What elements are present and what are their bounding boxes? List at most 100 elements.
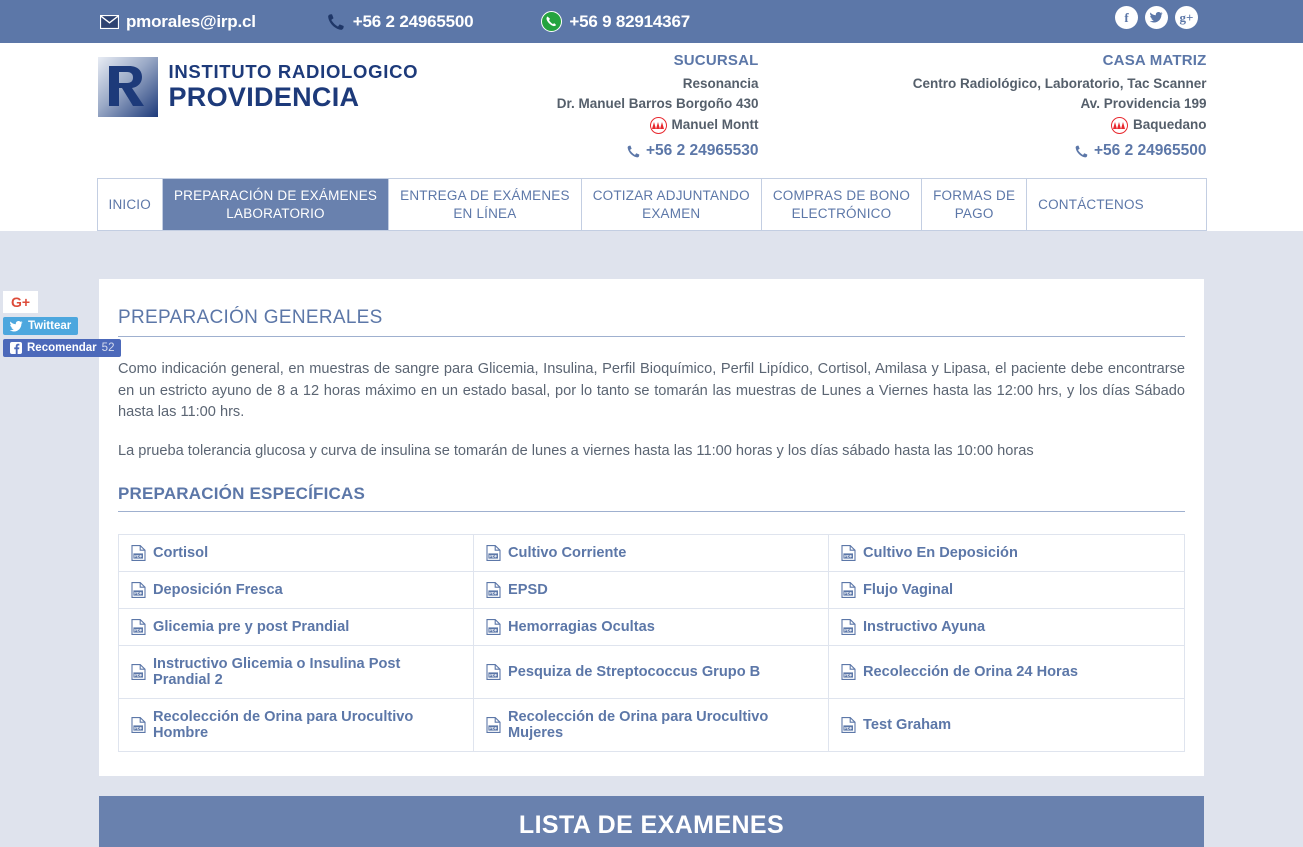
section-title-specific: PREPARACIÓN ESPECÍFICAS bbox=[118, 484, 1185, 513]
email-contact[interactable]: pmorales@irp.cl bbox=[100, 12, 256, 32]
phone-text: +56 2 24965500 bbox=[352, 11, 474, 31]
email-text: pmorales@irp.cl bbox=[126, 11, 256, 31]
nav-item-4[interactable]: COMPRAS DE BONO ELECTRÓNICO bbox=[761, 179, 923, 230]
whatsapp-text: +56 9 82914367 bbox=[569, 11, 690, 31]
prep-doc-label: Pesquiza de Streptococcus Grupo B bbox=[508, 664, 761, 681]
prep-doc-link[interactable]: PDF Recolección de Orina 24 Horas bbox=[829, 646, 1184, 700]
prep-doc-link[interactable]: PDF Cultivo En Deposición bbox=[829, 535, 1184, 573]
svg-text:PDF: PDF bbox=[134, 726, 143, 731]
prep-doc-label: Flujo Vaginal bbox=[863, 582, 954, 599]
prep-doc-link[interactable]: PDF Pesquiza de Streptococcus Grupo B bbox=[474, 646, 829, 700]
prep-doc-link[interactable]: PDF Cultivo Corriente bbox=[474, 535, 829, 573]
prep-doc-label: Deposición Fresca bbox=[153, 582, 283, 599]
svg-text:PDF: PDF bbox=[134, 554, 143, 559]
share-facebook-label: Recomendar bbox=[27, 342, 97, 354]
nav-item-0[interactable]: INICIO bbox=[97, 179, 163, 230]
prep-doc-label: Hemorragias Ocultas bbox=[508, 619, 655, 636]
envelope-icon bbox=[100, 14, 119, 29]
prep-doc-label: EPSD bbox=[508, 582, 548, 599]
prep-doc-label: Recolección de Orina para Urocultivo Hom… bbox=[153, 709, 414, 742]
logo-mark-icon bbox=[97, 56, 159, 118]
branch-address: Av. Providencia 199 bbox=[1080, 96, 1207, 112]
twitter-bird-icon bbox=[10, 320, 23, 332]
page-body: G+ Twittear Recomendar 52 PREPARACIÓN GE… bbox=[0, 231, 1303, 847]
share-facebook-count: 52 bbox=[101, 342, 115, 354]
share-twitter-button[interactable]: Twittear bbox=[3, 317, 79, 335]
svg-text:PDF: PDF bbox=[489, 673, 498, 678]
prep-doc-link[interactable]: PDF Test Graham bbox=[829, 699, 1184, 753]
pdf-icon: PDF bbox=[486, 582, 501, 599]
prep-doc-label: Cultivo Corriente bbox=[508, 545, 627, 562]
facebook-icon[interactable]: f bbox=[1115, 6, 1138, 29]
prep-doc-link[interactable]: PDF EPSD bbox=[474, 572, 829, 610]
site-header: INSTITUTO RADIOLOGICO PROVIDENCIA SUCURS… bbox=[0, 43, 1303, 178]
logo-line2: PROVIDENCIA bbox=[168, 81, 360, 112]
branch-phone[interactable]: +56 2 24965530 bbox=[557, 139, 759, 163]
branch-services: Resonancia bbox=[682, 75, 759, 91]
svg-text:PDF: PDF bbox=[134, 673, 143, 678]
prep-doc-label: Cultivo En Deposición bbox=[863, 545, 1018, 562]
prep-doc-label: Test Graham bbox=[863, 717, 952, 734]
branch-sucursal: SUCURSAL Resonancia Dr. Manuel Barros Bo… bbox=[557, 50, 759, 163]
svg-text:PDF: PDF bbox=[489, 591, 498, 596]
logo-line1: INSTITUTO RADIOLOGICO bbox=[168, 61, 419, 83]
pdf-icon: PDF bbox=[131, 619, 146, 636]
share-twitter-label: Twittear bbox=[28, 320, 72, 332]
prep-doc-link[interactable]: PDF Deposición Fresca bbox=[119, 572, 474, 610]
nav-item-1[interactable]: PREPARACIÓN DE EXÁMENES LABORATORIO bbox=[162, 179, 390, 230]
nav-item-3[interactable]: COTIZAR ADJUNTANDO EXAMEN bbox=[581, 179, 762, 230]
prep-doc-label: Cortisol bbox=[153, 545, 209, 562]
pdf-icon: PDF bbox=[486, 664, 501, 681]
exam-list-card: LISTA DE EXAMENES RESONANCIASTAC SCANNER… bbox=[99, 796, 1204, 847]
nav-item-5[interactable]: FORMAS DE PAGO bbox=[922, 179, 1028, 230]
branch-phone-text: +56 2 24965530 bbox=[646, 142, 759, 160]
main-navigation: INICIO PREPARACIÓN DE EXÁMENES LABORATORI… bbox=[96, 178, 1207, 231]
pdf-icon: PDF bbox=[486, 619, 501, 636]
svg-text:PDF: PDF bbox=[489, 726, 498, 731]
social-share-rail: G+ Twittear Recomendar 52 bbox=[3, 291, 122, 357]
branch-title: CASA MATRIZ bbox=[1102, 52, 1207, 69]
svg-text:PDF: PDF bbox=[844, 673, 853, 678]
prep-doc-link[interactable]: PDF Hemorragias Ocultas bbox=[474, 609, 829, 647]
pdf-icon: PDF bbox=[841, 664, 856, 681]
svg-text:PDF: PDF bbox=[844, 628, 853, 633]
svg-text:PDF: PDF bbox=[844, 554, 853, 559]
preparation-documents-grid: PDF Cortisol PDF Cultivo Corriente PDF Cultiv… bbox=[118, 534, 1185, 753]
prep-doc-link[interactable]: PDF Cortisol bbox=[119, 535, 474, 573]
svg-text:PDF: PDF bbox=[489, 628, 498, 633]
social-links: f g+ bbox=[1115, 6, 1198, 29]
nav-item-2[interactable]: ENTREGA DE EXÁMENES EN LÍNEA bbox=[389, 179, 582, 230]
whatsapp-icon bbox=[541, 11, 563, 32]
prep-doc-label: Recolección de Orina 24 Horas bbox=[863, 664, 1078, 681]
branch-casa-matriz: CASA MATRIZ Centro Radiológico, Laborato… bbox=[913, 50, 1207, 163]
prep-doc-label: Glicemia pre y post Prandial bbox=[153, 619, 350, 636]
pdf-icon: PDF bbox=[131, 664, 146, 681]
svg-text:PDF: PDF bbox=[489, 554, 498, 559]
branch-metro: Baquedano bbox=[1132, 116, 1207, 132]
nav-item-6[interactable]: CONTÁCTENOS bbox=[1027, 179, 1155, 230]
prep-doc-label: Instructivo Glicemia o Insulina Post Pra… bbox=[153, 656, 401, 689]
metro-icon bbox=[649, 116, 667, 134]
phone-contact[interactable]: +56 2 24965500 bbox=[326, 12, 474, 32]
branch-phone[interactable]: +56 2 24965500 bbox=[913, 139, 1207, 163]
preparation-content-card: PREPARACIÓN GENERALES Como indicación ge… bbox=[99, 279, 1204, 777]
top-contact-bar: pmorales@irp.cl +56 2 24965500 +56 9 829… bbox=[0, 0, 1303, 43]
whatsapp-contact[interactable]: +56 9 82914367 bbox=[541, 11, 690, 32]
prep-doc-link[interactable]: PDF Flujo Vaginal bbox=[829, 572, 1184, 610]
pdf-icon: PDF bbox=[131, 582, 146, 599]
prep-doc-link[interactable]: PDF Instructivo Glicemia o Insulina Post … bbox=[119, 646, 474, 700]
prep-doc-link[interactable]: PDF Recolección de Orina para Urocultivo … bbox=[119, 699, 474, 753]
prep-doc-link[interactable]: PDF Recolección de Orina para Urocultivo … bbox=[474, 699, 829, 753]
general-paragraph-2: La prueba tolerancia glucosa y curva de … bbox=[118, 442, 1034, 459]
prep-doc-link[interactable]: PDF Glicemia pre y post Prandial bbox=[119, 609, 474, 647]
twitter-icon[interactable] bbox=[1145, 6, 1168, 29]
pdf-icon: PDF bbox=[841, 545, 856, 562]
google-plus-icon[interactable]: g+ bbox=[1175, 6, 1198, 29]
pdf-icon: PDF bbox=[841, 619, 856, 636]
prep-doc-link[interactable]: PDF Instructivo Ayuna bbox=[829, 609, 1184, 647]
share-facebook-button[interactable]: Recomendar 52 bbox=[3, 339, 122, 357]
site-logo[interactable]: INSTITUTO RADIOLOGICO PROVIDENCIA bbox=[97, 56, 419, 118]
share-google-plus-button[interactable]: G+ bbox=[3, 291, 39, 313]
prep-doc-label: Recolección de Orina para Urocultivo Muj… bbox=[508, 709, 769, 742]
phone-icon bbox=[326, 12, 346, 32]
